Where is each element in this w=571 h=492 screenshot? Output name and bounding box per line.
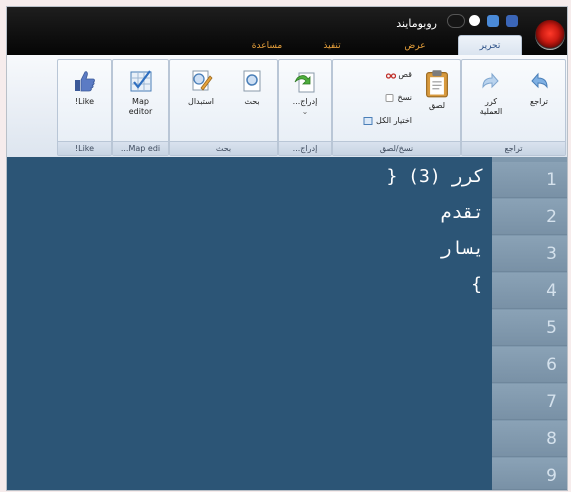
like-button[interactable]: Like! [63, 68, 106, 107]
copy-icon [385, 93, 394, 102]
redo-label-2: العملية [479, 107, 503, 116]
clipboard-icon [426, 70, 448, 98]
line-number: 7 [492, 384, 567, 420]
like-group: Like! Like! [57, 59, 112, 156]
line-number: 2 [492, 199, 567, 235]
clipboard-group-label: نسخ/لصق [333, 141, 460, 155]
copy-button[interactable]: نسخ [382, 93, 412, 102]
map-editor-button[interactable]: Map editor [118, 68, 163, 117]
like-group-label: Like! [58, 141, 111, 155]
code-area[interactable]: كرر (3) { تقدم يسار } [7, 157, 492, 490]
line-number: 3 [492, 236, 567, 272]
line-number: 5 [492, 310, 567, 346]
code-editor[interactable]: كرر (3) { تقدم يسار } 1 2 3 4 5 6 7 8 9 [7, 157, 567, 490]
undo-button[interactable]: تراجع [518, 68, 560, 107]
app-menu-button[interactable] [535, 20, 565, 50]
undo-icon [531, 72, 548, 89]
redo-icon [482, 72, 499, 89]
undo-group: تراجع كرر العملية تراجع [461, 59, 566, 156]
copy-label: نسخ [397, 93, 412, 102]
map-editor-group-label: Map edi... [113, 141, 168, 155]
replace-button[interactable]: استبدال [176, 68, 226, 107]
window-title: روبومايند [396, 17, 437, 30]
code-line[interactable]: } [471, 273, 482, 297]
select-all-icon [363, 116, 373, 125]
tab-help[interactable]: مساعدة [243, 38, 291, 54]
tab-run[interactable]: تنفيذ [314, 38, 350, 54]
cut-button[interactable]: قص [383, 70, 412, 79]
line-number: 8 [492, 421, 567, 457]
insert-group-label: إدراج... [279, 141, 331, 155]
replace-label: استبدال [188, 97, 214, 106]
undo-group-label: تراجع [462, 141, 565, 155]
toggle-switch-icon[interactable] [447, 14, 465, 28]
code-line[interactable]: كرر (3) { [386, 165, 484, 189]
undo-label: تراجع [529, 97, 549, 106]
redo-button[interactable]: كرر العملية [468, 68, 514, 117]
close-icon[interactable] [506, 15, 518, 27]
app-window: روبومايند تحرير عرض تنفيذ مساعدة تراجع ك… [6, 6, 568, 491]
search-group-label: بحث [170, 141, 277, 155]
line-number: 9 [492, 458, 567, 490]
select-all-button[interactable]: اختيار الكل [360, 116, 412, 125]
map-editor-label-1: Map [132, 97, 149, 106]
paste-label: لصق [428, 101, 446, 110]
title-bar: روبومايند تحرير عرض تنفيذ مساعدة [7, 7, 567, 56]
cut-label: قص [398, 70, 412, 79]
insert-icon [294, 72, 315, 93]
select-all-label: اختيار الكل [376, 116, 412, 125]
code-line[interactable]: تقدم [441, 201, 484, 225]
map-editor-label-2: editor [128, 107, 153, 116]
redo-label-1: كرر [484, 97, 498, 106]
ribbon: تراجع كرر العملية تراجع لصق قص نسخ اختيا… [7, 55, 567, 158]
insert-label: إدراج... [292, 97, 318, 106]
search-button[interactable]: بحث [230, 68, 274, 107]
line-number: 1 [492, 162, 567, 198]
insert-group: إدراج... ⌄ إدراج... [278, 59, 332, 156]
search-label: بحث [244, 97, 260, 106]
tab-view[interactable]: عرض [397, 38, 433, 54]
maximize-icon[interactable] [487, 15, 499, 27]
insert-dropdown-icon[interactable]: ⌄ [283, 107, 327, 117]
insert-button[interactable]: إدراج... ⌄ [283, 68, 327, 117]
line-number: 6 [492, 347, 567, 383]
search-group: بحث استبدال بحث [169, 59, 278, 156]
clipboard-group: لصق قص نسخ اختيار الكل نسخ/لصق [332, 59, 461, 156]
map-editor-icon [130, 70, 151, 92]
paste-button[interactable]: لصق [419, 68, 455, 111]
code-line[interactable]: يسار [441, 237, 484, 261]
search-document-icon [243, 70, 261, 92]
scissors-icon [385, 72, 396, 79]
thumbs-up-icon [74, 71, 95, 92]
replace-icon [192, 70, 213, 91]
minimize-icon[interactable] [469, 15, 480, 26]
like-label: Like! [74, 97, 95, 106]
map-editor-group: Map editor Map edi... [112, 59, 169, 156]
line-number: 4 [492, 273, 567, 309]
tab-edit[interactable]: تحرير [458, 35, 522, 56]
line-number-gutter: 1 2 3 4 5 6 7 8 9 [492, 157, 567, 490]
